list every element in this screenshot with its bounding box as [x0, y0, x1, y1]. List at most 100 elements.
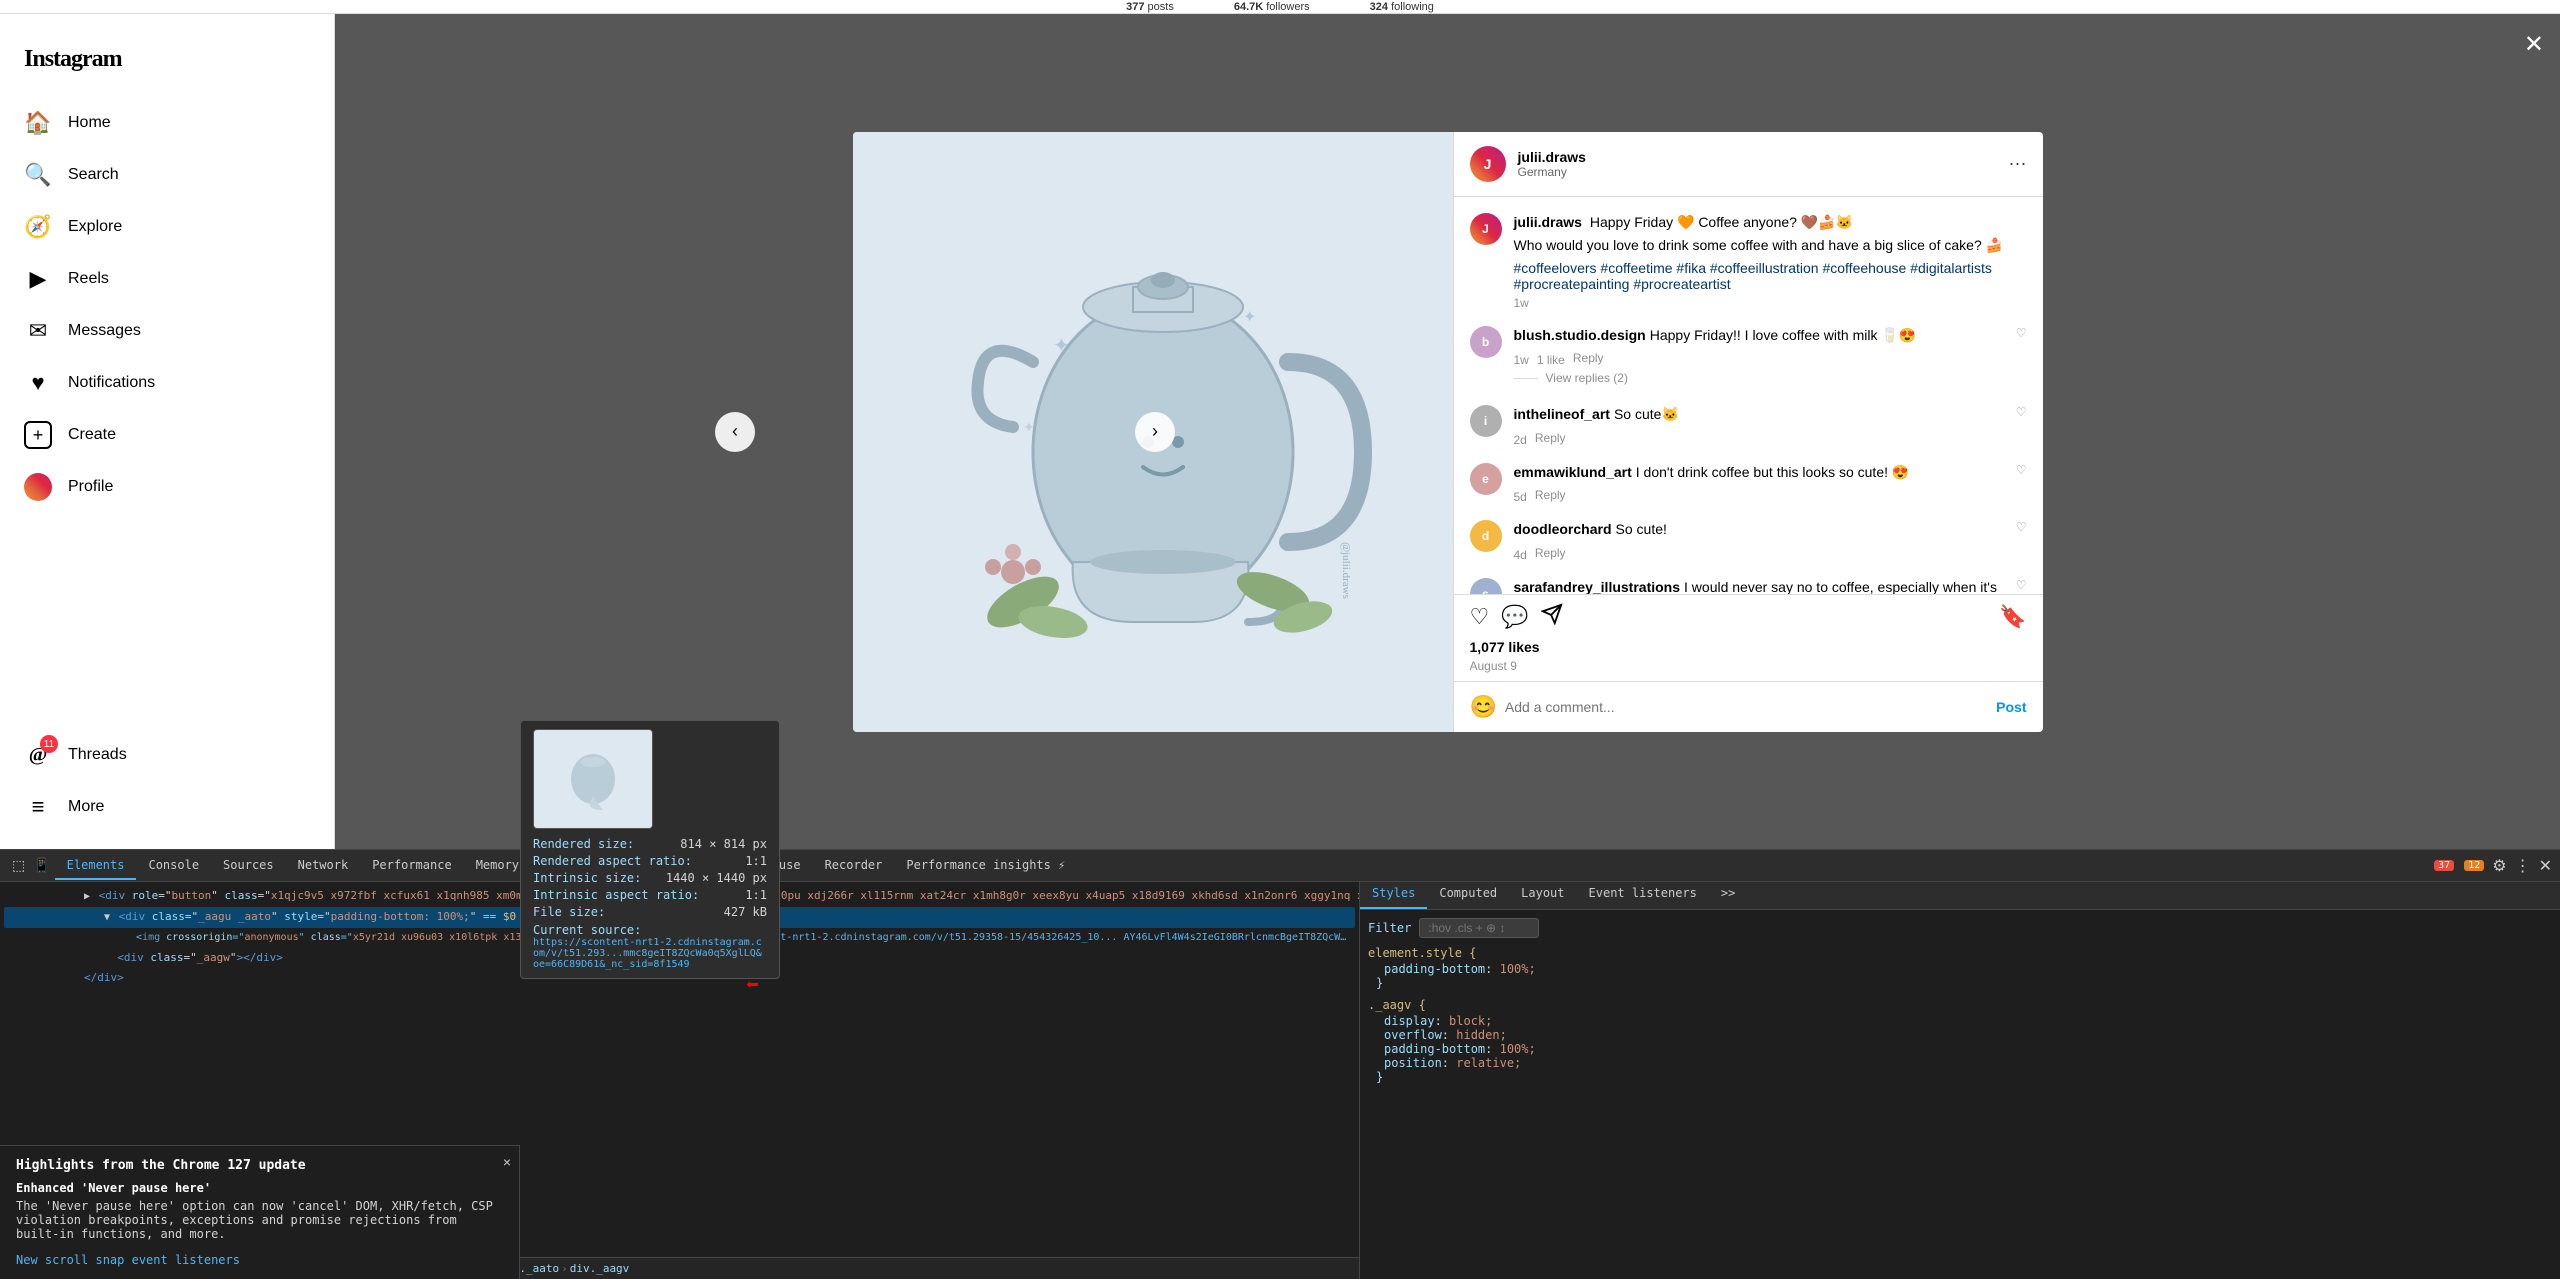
sidebar-item-profile[interactable]: Profile	[12, 461, 322, 513]
devtools-tab-perf-insights[interactable]: Performance insights ⚡	[894, 852, 1077, 880]
devtools-tab-recorder[interactable]: Recorder	[813, 852, 895, 880]
comment-row-c2: i inthelineof_artSo cute🐱 2d Reply	[1470, 405, 2027, 447]
comment-username-c2: inthelineof_art	[1514, 406, 1610, 422]
like-button[interactable]: ♡	[1470, 604, 1490, 630]
style-prop-position: position: relative;	[1384, 1056, 2552, 1070]
comment-time-c2: 2d	[1514, 433, 1527, 447]
sidebar-label-explore: Explore	[68, 218, 122, 236]
bookmark-button[interactable]: 🔖	[1999, 604, 2026, 630]
devtools-tab-console[interactable]: Console	[136, 852, 211, 880]
comment-like-icon-c2[interactable]: ♡	[2016, 405, 2027, 419]
comment-like-icon-c4[interactable]: ♡	[2016, 520, 2027, 534]
caption-username: julii.draws	[1514, 214, 1582, 230]
tooltip-file-size-row: File size: 427 kB	[533, 905, 767, 919]
comment-like-icon-c5[interactable]: ♡	[2016, 578, 2027, 592]
comment-username-c1: blush.studio.design	[1514, 327, 1646, 343]
feature2-link-text[interactable]: New scroll snap event listeners	[16, 1253, 240, 1267]
modal-prev-button[interactable]: ‹	[715, 412, 755, 452]
sidebar-label-create: Create	[68, 426, 116, 444]
reels-icon: ▶	[24, 265, 52, 293]
comment-row-c5: s sarafandrey_illustrationsI would never…	[1470, 578, 2027, 593]
expand-icon: ▼	[104, 912, 110, 923]
post-location: Germany	[1518, 165, 2009, 179]
comment-content-c2: inthelineof_artSo cute🐱 2d Reply	[1514, 405, 2004, 447]
sidebar-item-home[interactable]: 🏠 Home	[12, 97, 322, 149]
notifications-icon: ♥	[24, 369, 52, 397]
svg-text:✦: ✦	[1053, 335, 1070, 357]
feature2-link[interactable]: New scroll snap event listeners	[16, 1253, 503, 1267]
devtools-dock-btn[interactable]: ⋮	[2515, 856, 2531, 876]
emoji-button[interactable]: 😊	[1470, 694, 1497, 720]
post-more-button[interactable]: ···	[2009, 153, 2027, 174]
comment-text-c5: sarafandrey_illustrationsI would never s…	[1514, 578, 2004, 593]
view-replies-c1[interactable]: View replies (2)	[1514, 371, 2004, 385]
comment-text-c4: doodleorchardSo cute!	[1514, 520, 2004, 540]
devtools-close-btn[interactable]: ✕	[2539, 856, 2552, 876]
comment-time-c1: 1w	[1514, 353, 1529, 367]
tooltip-intrinsic-size-label: Intrinsic size:	[533, 871, 641, 885]
comment-like-icon-c1[interactable]: ♡	[2016, 326, 2027, 340]
ig-header-bar: 377 posts 64.7K followers 324 following	[0, 0, 2560, 14]
comment-input[interactable]	[1505, 699, 1988, 715]
right-tab-event-listeners[interactable]: Event listeners	[1577, 882, 1709, 909]
devtools-settings-btn[interactable]: ⚙	[2492, 856, 2506, 876]
devtools-tab-elements[interactable]: Elements	[55, 852, 137, 880]
sidebar-item-messages[interactable]: ✉ Messages	[12, 305, 322, 357]
right-tab-more[interactable]: >>	[1709, 882, 1747, 909]
styles-panel-content: Filter element.style { padding-bottom: 1…	[1360, 910, 2560, 1279]
sidebar-item-threads[interactable]: @ Threads 11	[12, 729, 322, 781]
right-tab-layout[interactable]: Layout	[1509, 882, 1576, 909]
share-button[interactable]	[1541, 603, 1563, 631]
sidebar-item-notifications[interactable]: ♥ Notifications	[12, 357, 322, 409]
modal-close-button[interactable]: ✕	[2524, 30, 2544, 59]
sidebar-item-reels[interactable]: ▶ Reels	[12, 253, 322, 305]
style-selector-aagv: ._aagv {	[1368, 998, 2552, 1012]
comment-username-c3: emmawiklund_art	[1514, 464, 1632, 480]
reply-button-c2[interactable]: Reply	[1535, 431, 1566, 445]
comment-actions-c2: 2d Reply	[1514, 429, 2004, 447]
comments-scroll[interactable]: J julii.draws Happy Friday 🧡 Coffee anyo…	[1454, 197, 2043, 594]
sidebar-item-create[interactable]: + Create	[12, 409, 322, 461]
feature1-title: Enhanced 'Never pause here'	[16, 1181, 503, 1195]
post-comment-button[interactable]: Post	[1996, 699, 2026, 715]
styles-filter-input[interactable]	[1419, 918, 1539, 938]
comment-like-icon-c3[interactable]: ♡	[2016, 463, 2027, 477]
modal-next-button[interactable]: ›	[1135, 412, 1175, 452]
warn-count: 12	[2464, 860, 2484, 871]
comment-time-c3: 5d	[1514, 490, 1527, 504]
tooltip-rendered-size-row: Rendered size: 814 × 814 px	[533, 837, 767, 851]
image-tooltip: Rendered size: 814 × 814 px Rendered asp…	[520, 720, 780, 979]
tooltip-intrinsic-size-row: Intrinsic size: 1440 × 1440 px	[533, 871, 767, 885]
devtools-tab-network[interactable]: Network	[286, 852, 361, 880]
reply-button-c1[interactable]: Reply	[1573, 351, 1604, 365]
devtools-toolbar: ⬚ 📱 Elements Console Sources Network Per…	[0, 850, 2560, 882]
devtools-device-btn[interactable]: 📱	[29, 857, 54, 874]
post-avatar: J	[1470, 146, 1506, 182]
devtools-tab-sources[interactable]: Sources	[211, 852, 286, 880]
post-user-info: julii.draws Germany	[1518, 149, 2009, 179]
devtools-tab-performance[interactable]: Performance	[360, 852, 463, 880]
comment-button[interactable]: 💬	[1501, 604, 1528, 630]
messages-icon: ✉	[24, 317, 52, 345]
devtools-panel: ⬚ 📱 Elements Console Sources Network Per…	[0, 849, 2560, 1279]
triangle-icon: ▶	[84, 891, 90, 902]
right-tab-computed[interactable]: Computed	[1427, 882, 1509, 909]
likes-count: 1,077 likes	[1470, 639, 2027, 655]
devtools-inspect-btn[interactable]: ⬚	[8, 857, 29, 874]
filter-label: Filter	[1368, 921, 1411, 935]
sidebar-item-search[interactable]: 🔍 Search	[12, 149, 322, 201]
whats-new-feature1: Enhanced 'Never pause here' The 'Never p…	[16, 1181, 503, 1241]
sidebar-item-explore[interactable]: 🧭 Explore	[12, 201, 322, 253]
threads-badge: 11	[40, 735, 58, 753]
right-tab-styles[interactable]: Styles	[1360, 882, 1427, 909]
tooltip-rendered-value: 814 × 814 px	[680, 837, 767, 851]
tooltip-rendered-aspect-row: Rendered aspect ratio: 1:1	[533, 854, 767, 868]
devtools-right-tabs: Styles Computed Layout Event listeners >…	[1360, 882, 2560, 910]
sidebar-item-more[interactable]: ≡ More	[12, 781, 322, 833]
tooltip-intrinsic-aspect-value: 1:1	[745, 888, 767, 902]
whats-new-close-button[interactable]: ×	[503, 1154, 511, 1170]
reply-button-c4[interactable]: Reply	[1535, 546, 1566, 560]
comment-avatar-c3: e	[1470, 463, 1502, 495]
comment-row-c4: d doodleorchardSo cute! 4d Reply ♡	[1470, 520, 2027, 562]
reply-button-c3[interactable]: Reply	[1535, 488, 1566, 502]
